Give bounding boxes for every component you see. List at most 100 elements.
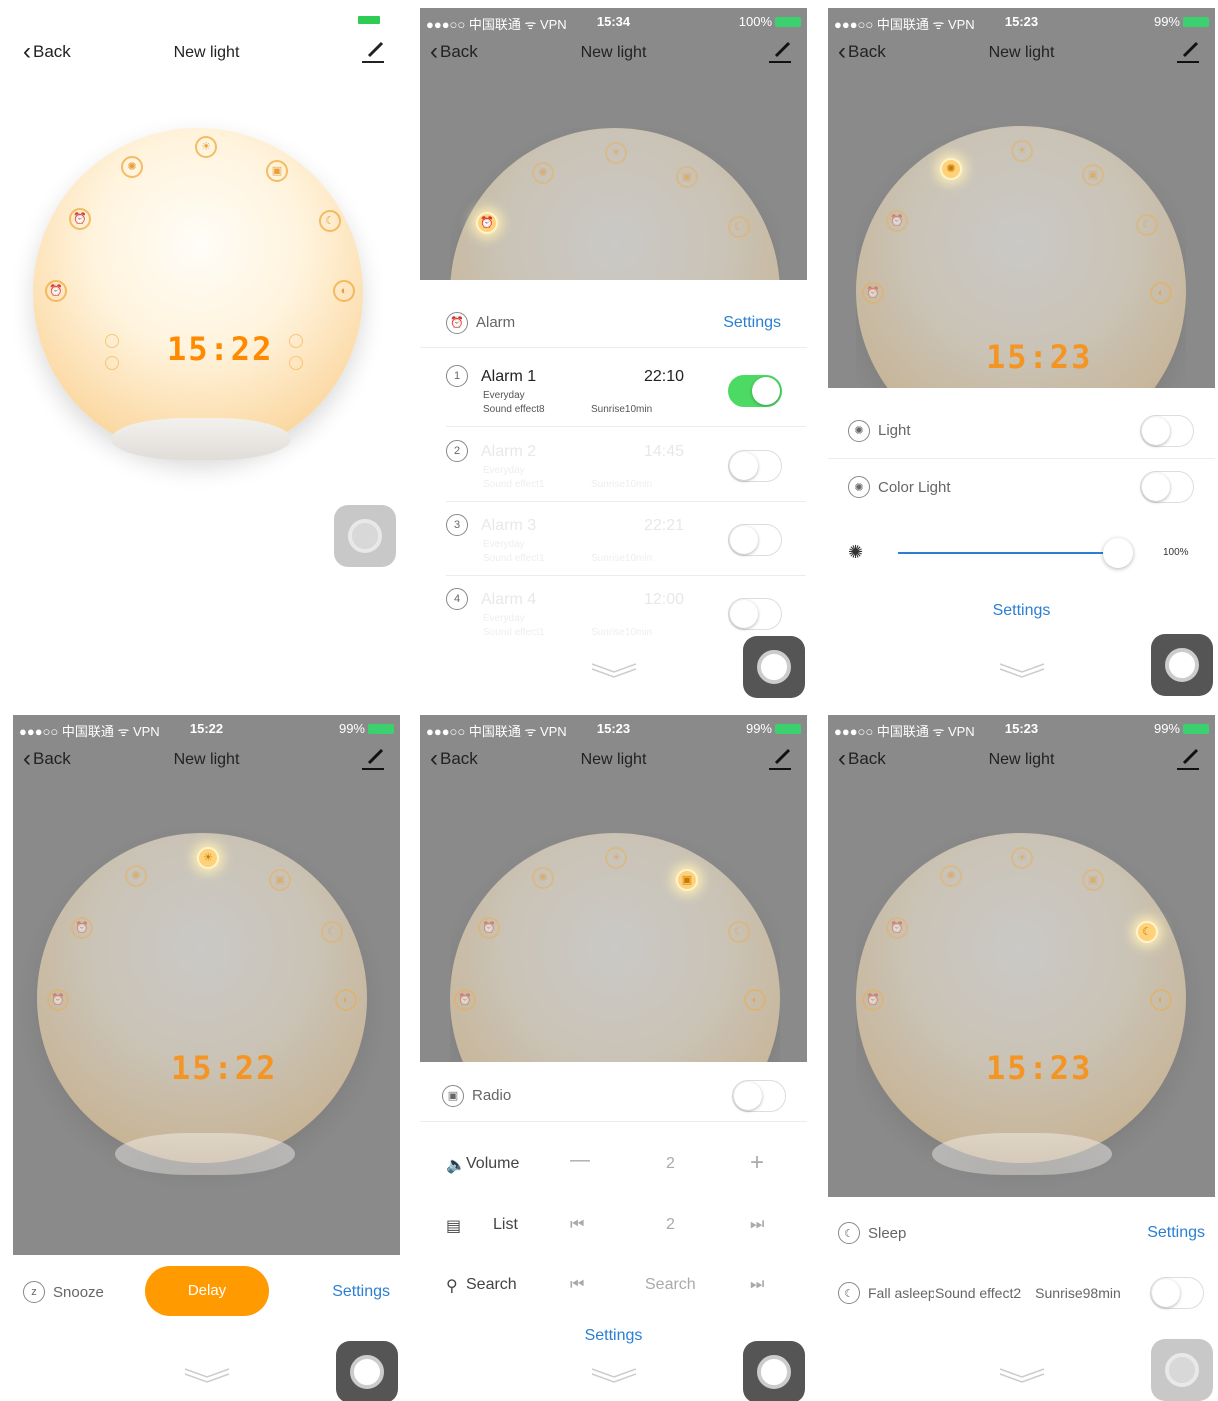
next-button[interactable]: ⏭ — [750, 1216, 764, 1234]
color-light-label: Color Light — [878, 478, 951, 496]
edit-icon[interactable] — [1175, 40, 1201, 64]
battery-percent: 99% — [745, 721, 772, 736]
lamp-image: ☀ ✺ ▣ ⏰ ☾ ⏰ ◐ 15:23 — [856, 126, 1186, 388]
night-icon: ◐ — [1150, 282, 1172, 304]
alarm-icon: ⏰ — [886, 917, 908, 939]
snooze-label: Snooze — [53, 1283, 104, 1301]
light-toggle[interactable] — [1140, 415, 1194, 447]
alarm-name: Alarm 2 — [481, 443, 537, 460]
brightness-slider[interactable]: ✺ 100% — [848, 538, 1198, 568]
search-next-button[interactable]: ⏭ — [750, 1276, 764, 1294]
radio-toggle[interactable] — [732, 1080, 786, 1112]
list-item[interactable]: 1 Alarm 1 22:10 Everyday Sound effect8 S… — [446, 353, 806, 427]
list-item[interactable]: 3 Alarm 3 22:21 Everyday Sound effect1 S… — [446, 502, 806, 576]
search-row: ⚲ Search ⏮ Search ⏭ — [420, 1266, 807, 1306]
radio-label: Radio — [472, 1087, 512, 1104]
alarm-toggle[interactable] — [728, 524, 782, 556]
assistive-touch-button[interactable] — [1151, 634, 1213, 696]
alarm-toggle[interactable] — [728, 598, 782, 630]
volume-row: 🔈 Volume — 2 + — [420, 1145, 807, 1185]
radio-icon: ▣ — [1082, 164, 1104, 186]
sleep-icon: ☾ — [838, 1222, 860, 1244]
settings-link[interactable]: Settings — [332, 1283, 390, 1301]
status-bar — [13, 8, 400, 34]
chevron-down-icon[interactable] — [998, 1365, 1046, 1383]
previous-button[interactable]: ⏮ — [570, 1216, 584, 1234]
edit-icon[interactable] — [767, 40, 793, 64]
chevron-down-icon[interactable] — [183, 1365, 231, 1383]
sunrise-icon: ☀ — [197, 847, 219, 869]
page-title: New light — [173, 44, 240, 61]
radio-icon: ▣ — [1082, 869, 1104, 891]
alarm-sunrise: Sunrise10min — [591, 404, 653, 415]
snooze-icon: ⏰ — [45, 280, 67, 302]
chevron-down-icon[interactable] — [590, 660, 638, 678]
settings-link[interactable]: Settings — [723, 314, 781, 332]
sleep-icon: ☾ — [728, 216, 750, 238]
assistive-touch-button[interactable] — [743, 636, 805, 698]
delay-button[interactable]: Delay — [145, 1266, 269, 1316]
sun-icon: ✺ — [848, 542, 864, 562]
lamp-image: ☀ ✺ ▣ ⏰ ☾ — [450, 128, 780, 280]
fall-asleep-toggle[interactable] — [1150, 1277, 1204, 1309]
assistive-touch-button[interactable] — [336, 1341, 398, 1401]
lamp-image: ☀ ✺ ▣ ⏰ ☾ ⏰ ◐ 15:22 — [37, 833, 387, 1233]
fall-asleep-row: ☾ Fall asleep Sound effect2 Sunrise98min — [828, 1271, 1215, 1315]
snooze-icon: ⏰ — [454, 989, 476, 1011]
snooze-icon: ⏰ — [862, 989, 884, 1011]
alarm-name: Alarm 4 — [481, 591, 537, 608]
lamp-image: ☀ ✺ ▣ ⏰ ☾ ⏰ ◐ 15:23 — [856, 833, 1206, 1197]
battery-icon — [775, 723, 801, 734]
alarm-icon: ⏰ — [886, 210, 908, 232]
nav-bar: ‹ Back New light — [828, 745, 1215, 779]
edit-icon[interactable] — [360, 40, 386, 64]
lamp-clock-display: 15:22 — [171, 1049, 278, 1087]
alarm-sound: Sound effect8 — [483, 404, 545, 415]
edit-icon[interactable] — [360, 747, 386, 771]
screen-sleep: ●●●○○ 中国联通 ᯤ VPN 15:23 99% ‹ Back New li… — [828, 715, 1215, 1401]
alarm-sound: Sound effect1 — [483, 479, 545, 490]
volume-increase-button[interactable]: + — [750, 1149, 764, 1177]
sleep-icon: ☾ — [1136, 214, 1158, 236]
settings-link[interactable]: Settings — [1147, 1224, 1205, 1242]
search-button[interactable]: Search — [645, 1276, 696, 1294]
alarm-toggle[interactable] — [728, 450, 782, 482]
chevron-down-icon[interactable] — [590, 1365, 638, 1383]
section-label: Alarm — [476, 314, 516, 331]
assistive-touch-button[interactable] — [334, 505, 396, 567]
battery-icon — [358, 16, 380, 24]
battery-percent: 99% — [1153, 14, 1180, 29]
alarm-icon: ⏰ — [478, 917, 500, 939]
settings-link[interactable]: Settings — [828, 602, 1215, 620]
alarm-toggle[interactable] — [728, 375, 782, 407]
brightness-icon: ✺ — [125, 865, 147, 887]
slider-thumb[interactable] — [1103, 538, 1133, 568]
status-bar: ●●●○○ 中国联通 ᯤ VPN 15:34 100% — [420, 8, 807, 34]
alarm-name: Alarm 1 — [481, 368, 537, 385]
alarm-icon: ⏰ — [476, 212, 498, 234]
brightness-icon: ✺ — [532, 867, 554, 889]
nav-bar: ‹ Back New light — [420, 745, 807, 779]
volume-decrease-button[interactable]: — — [570, 1149, 590, 1172]
assistive-touch-button[interactable] — [1151, 1339, 1213, 1401]
alarm-number-icon: 3 — [446, 514, 468, 536]
lamp-image: ☀ ✺ ▣ ⏰ ☾ ⏰ ◐ — [450, 833, 780, 1062]
list-item[interactable]: 2 Alarm 2 14:45 Everyday Sound effect1 S… — [446, 428, 806, 502]
light-row: ✺ Light — [828, 403, 1215, 459]
alarm-icon: ⏰ — [69, 208, 91, 230]
color-light-toggle[interactable] — [1140, 471, 1194, 503]
edit-icon[interactable] — [1175, 747, 1201, 771]
screen-alarm: ●●●○○ 中国联通 ᯤ VPN 15:34 100% ‹ Back New l… — [420, 8, 807, 698]
status-bar: ●●●○○ 中国联通 ᯤ VPN 15:22 99% — [13, 715, 400, 741]
edit-icon[interactable] — [767, 747, 793, 771]
fall-asleep-label: Fall asleep — [868, 1285, 934, 1301]
alarm-time: 22:21 — [644, 517, 685, 534]
screen-radio: ●●●○○ 中国联通 ᯤ VPN 15:23 99% ‹ Back New li… — [420, 715, 807, 1401]
battery-percent: 100% — [738, 14, 772, 29]
sleep-label: Sleep — [868, 1224, 907, 1242]
search-previous-button[interactable]: ⏮ — [570, 1276, 584, 1294]
alarm-indicator-icon — [105, 334, 119, 348]
chevron-down-icon[interactable] — [998, 660, 1046, 678]
assistive-touch-button[interactable] — [743, 1341, 805, 1401]
sleep-icon: ☾ — [319, 210, 341, 232]
